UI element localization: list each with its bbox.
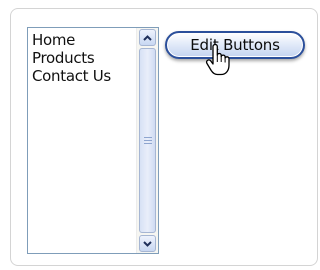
menu-list: Home Products Contact Us xyxy=(28,28,136,253)
list-item-contact-us[interactable]: Contact Us xyxy=(32,67,136,85)
triangle-down-icon xyxy=(143,240,152,247)
vertical-scrollbar[interactable] xyxy=(136,28,158,253)
list-item-home[interactable]: Home xyxy=(32,31,136,49)
scroll-grip-icon xyxy=(144,136,152,145)
edit-buttons-button[interactable]: Edit Buttons xyxy=(165,31,305,59)
scroll-thumb[interactable] xyxy=(139,48,156,233)
list-item-products[interactable]: Products xyxy=(32,49,136,67)
triangle-up-icon xyxy=(143,34,152,41)
edit-buttons-label: Edit Buttons xyxy=(190,36,280,54)
scroll-up-button[interactable] xyxy=(139,29,156,46)
scroll-down-button[interactable] xyxy=(139,235,156,252)
menu-listbox[interactable]: Home Products Contact Us xyxy=(27,27,159,254)
